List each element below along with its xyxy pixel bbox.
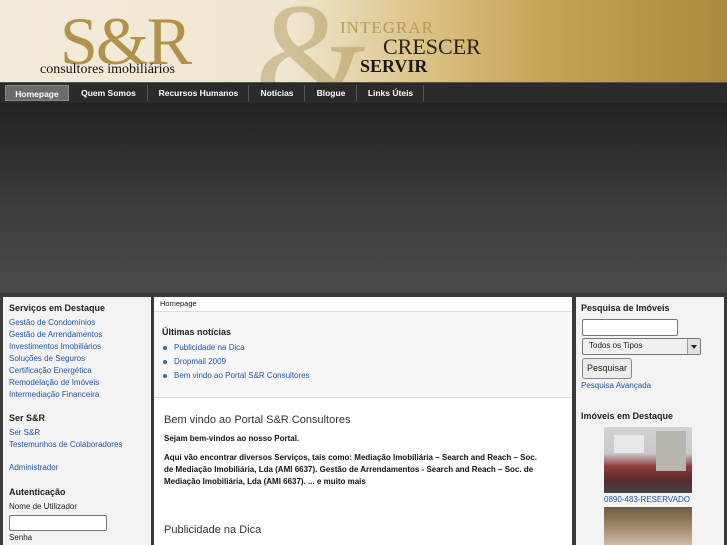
servico-link[interactable]: Remodelação de Imóveis <box>9 378 99 387</box>
article-title[interactable]: Bem vindo ao Portal S&R Consultores <box>164 414 350 426</box>
breadcrumb: Homepage <box>154 297 572 312</box>
right-sidebar: Pesquisa de Imóveis Todos os Tipos Pesqu… <box>576 297 724 545</box>
site-header: & S&R consultores imobiliários INTEGRAR … <box>0 0 727 82</box>
search-button[interactable]: Pesquisar <box>582 358 632 379</box>
bullet-icon <box>163 360 167 364</box>
servico-link[interactable]: Certificação Energética <box>9 366 92 375</box>
main-nav: Homepage Quem Somos Recursos Humanos Not… <box>0 82 727 104</box>
featured-heading: Imóveis em Destaque <box>581 411 674 421</box>
testemunhos-link[interactable]: Testemunhos de Colaboradores <box>9 440 122 449</box>
servico-link[interactable]: Investimentos Imobiliários <box>9 342 101 351</box>
news-item[interactable]: Publicidade na Dica <box>174 343 245 352</box>
slogan-servir: SERVIR <box>360 56 428 76</box>
servicos-heading: Serviços em Destaque <box>9 303 106 313</box>
nav-links-uteis[interactable]: Links Úteis <box>358 85 424 101</box>
news-heading: Últimas notícias <box>162 327 232 337</box>
servico-link[interactable]: Gestão de Arrendamentos <box>9 330 102 339</box>
featured-property-photo[interactable] <box>604 427 692 493</box>
news-item[interactable]: Bem vindo ao Portal S&R Consultores <box>174 371 310 380</box>
banner <box>0 103 727 293</box>
main-content: Homepage Últimas notícias Publicidade na… <box>154 297 572 545</box>
auth-heading: Autenticação <box>9 487 66 497</box>
latest-news-panel: Últimas notícias Publicidade na Dica Dro… <box>154 312 572 398</box>
select-value: Todos os Tipos <box>589 341 643 350</box>
servico-link[interactable]: Gestão de Condomínios <box>9 318 95 327</box>
search-heading: Pesquisa de Imóveis <box>581 303 670 313</box>
search-input[interactable] <box>582 319 678 336</box>
admin-link[interactable]: Administrador <box>9 463 58 472</box>
article-body-line: Mediação Imobiliária, Lda (AMI 6637). ..… <box>164 477 366 486</box>
featured-property-photo[interactable] <box>604 507 692 545</box>
article-body-line: de Mediação Imobiliária, Lda (AMI 6637).… <box>164 465 534 474</box>
article2-title[interactable]: Publicidade na Dica <box>164 524 261 536</box>
ser-link[interactable]: Ser S&R <box>9 428 40 437</box>
featured-property-ref[interactable]: 0890-483-RESERVADO <box>604 495 690 504</box>
nav-blogue[interactable]: Blogue <box>306 85 357 101</box>
servico-link[interactable]: Intermediação Financeira <box>9 390 99 399</box>
bullet-icon <box>163 346 167 350</box>
bullet-icon <box>163 374 167 378</box>
username-input[interactable] <box>9 515 107 531</box>
nav-recursos-humanos[interactable]: Recursos Humanos <box>149 85 249 101</box>
password-label: Senha <box>9 533 33 542</box>
nav-homepage[interactable]: Homepage <box>5 85 69 101</box>
nav-quem-somos[interactable]: Quem Somos <box>70 85 148 101</box>
news-item[interactable]: Dropmail 2009 <box>174 357 226 366</box>
property-type-select[interactable]: Todos os Tipos <box>582 338 701 355</box>
nav-noticias[interactable]: Notícias <box>250 85 305 101</box>
username-label: Nome de Utilizador <box>9 502 78 511</box>
left-sidebar: Serviços em Destaque Gestão de Condomíni… <box>3 297 151 545</box>
logo-subtitle: consultores imobiliários <box>40 62 175 77</box>
decorative-ampersand: & <box>255 0 372 82</box>
servico-link[interactable]: Soluções de Seguros <box>9 354 85 363</box>
chevron-down-icon <box>687 339 700 354</box>
advanced-search-link[interactable]: Pesquisa Avançada <box>581 381 651 390</box>
article-body-line: Aqui vão encontrar diversos Serviços, ta… <box>164 453 538 462</box>
ser-heading: Ser S&R <box>9 413 46 423</box>
breadcrumb-homepage[interactable]: Homepage <box>160 299 197 308</box>
article-lead: Sejam bem-vindos ao nosso Portal. <box>164 434 300 443</box>
